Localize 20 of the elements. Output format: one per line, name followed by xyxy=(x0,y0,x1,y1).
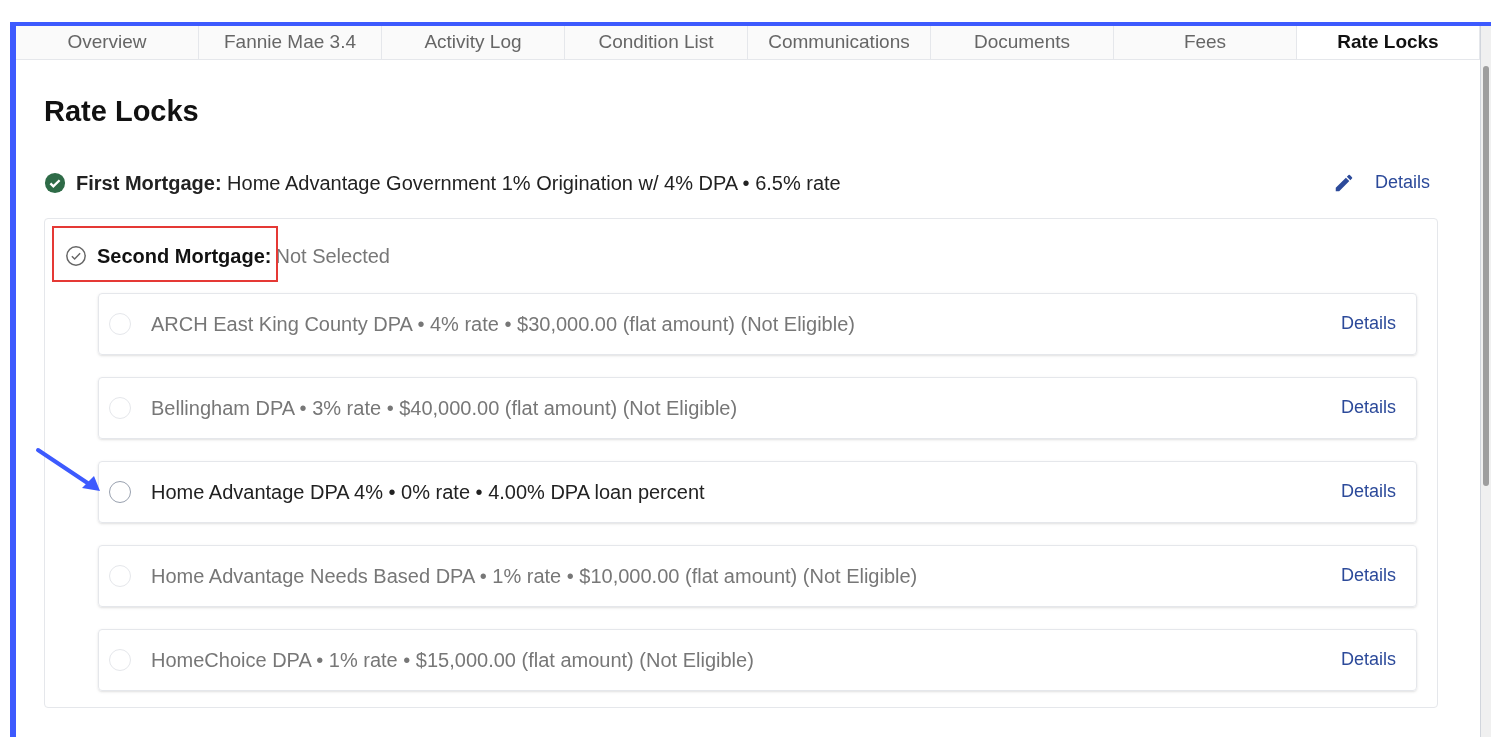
second-mortgage-label: Second Mortgage: xyxy=(97,243,272,269)
details-link[interactable]: Details xyxy=(1374,169,1430,196)
option-label: ARCH East King County DPA • 4% rate • $30,000.00 (flat amount) (Not Eligible) xyxy=(151,311,856,337)
tab[interactable]: Overview xyxy=(16,26,199,59)
scrollbar[interactable] xyxy=(1480,26,1491,737)
tab[interactable]: Activity Log xyxy=(382,26,565,59)
option-card[interactable]: Home Advantage DPA 4% • 0% rate • 4.00% DPA loan percent Details xyxy=(98,460,1417,523)
first-mortgage-text: First Mortgage: Home Advantage Government 1% Origination w/ 4% DPA • 6.5% rate xyxy=(76,170,841,196)
option-label: Home Advantage Needs Based DPA • 1% rate • $10,000.00 (flat amount) (Not Eligible) xyxy=(151,563,919,589)
tab[interactable]: Condition List xyxy=(565,26,748,59)
details-link[interactable]: Details xyxy=(1340,478,1396,505)
option-label: Home Advantage DPA 4% • 0% rate • 4.00% DPA loan percent xyxy=(151,479,706,505)
option-label: HomeChoice DPA • 1% rate • $15,000.00 (flat amount) (Not Eligible) xyxy=(151,647,755,673)
page-title: Rate Locks xyxy=(44,94,199,129)
tab[interactable]: Fees xyxy=(1114,26,1297,59)
tab[interactable]: Documents xyxy=(931,26,1114,59)
tab[interactable]: Fannie Mae 3.4 xyxy=(199,26,382,59)
tab[interactable]: Communications xyxy=(748,26,931,59)
tab[interactable]: Rate Locks xyxy=(1297,26,1480,59)
option-label: Bellingham DPA • 3% rate • $40,000.00 (flat amount) (Not Eligible) xyxy=(151,395,739,421)
